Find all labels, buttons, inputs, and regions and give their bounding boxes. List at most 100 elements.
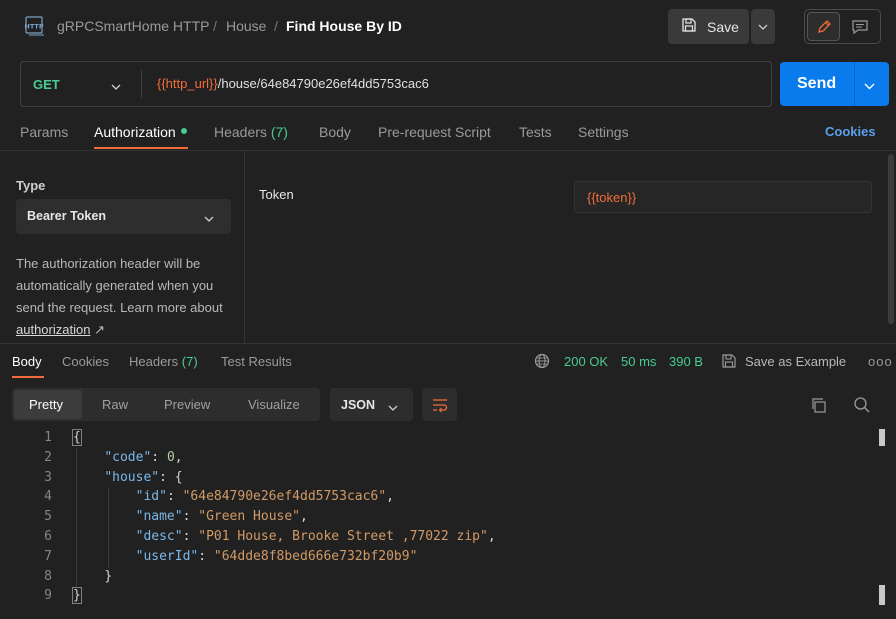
code-line: "desc": "P01 House, Brooke Street ,77022… bbox=[135, 529, 496, 544]
wrap-lines-icon bbox=[432, 398, 447, 412]
tab-authorization[interactable]: Authorization bbox=[94, 124, 176, 140]
format-visualize-button[interactable]: Visualize bbox=[248, 397, 300, 412]
response-tab-test-results[interactable]: Test Results bbox=[221, 354, 292, 369]
json-string: "64dde8f8bed666e732bf20b9" bbox=[213, 549, 418, 564]
chevron-down-icon[interactable] bbox=[388, 399, 398, 414]
tab-headers[interactable]: Headers (7) bbox=[214, 124, 288, 140]
line-number: 4 bbox=[44, 489, 52, 504]
json-key: "userId" bbox=[135, 549, 199, 564]
breadcrumb-collection[interactable]: gRPCSmartHome HTTP bbox=[57, 18, 209, 34]
url-variable: {{http_url}} bbox=[157, 76, 218, 91]
save-icon[interactable] bbox=[721, 353, 737, 372]
tab-settings[interactable]: Settings bbox=[578, 124, 629, 140]
auth-type-label: Type bbox=[16, 178, 46, 193]
comments-button[interactable] bbox=[845, 12, 875, 41]
auth-type-value[interactable]: Bearer Token bbox=[27, 209, 106, 223]
json-key: "id" bbox=[135, 489, 167, 504]
line-number: 1 bbox=[44, 430, 52, 445]
tab-tests[interactable]: Tests bbox=[519, 124, 552, 140]
line-number: 7 bbox=[44, 549, 52, 564]
headers-count: (7) bbox=[270, 124, 288, 140]
save-as-example-button[interactable]: Save as Example bbox=[745, 354, 846, 369]
code-line: "code": 0, bbox=[104, 450, 183, 465]
response-tab-cookies[interactable]: Cookies bbox=[62, 354, 109, 369]
response-time[interactable]: 50 ms bbox=[621, 354, 656, 369]
language-label[interactable]: JSON bbox=[341, 398, 375, 412]
send-label[interactable]: Send bbox=[797, 75, 836, 93]
pane-divider[interactable] bbox=[0, 343, 896, 344]
code-line: } bbox=[73, 569, 112, 584]
json-brace: } bbox=[104, 569, 113, 584]
save-icon bbox=[681, 17, 697, 36]
status-code[interactable]: 200 OK bbox=[564, 354, 608, 369]
json-string: "Green House" bbox=[198, 509, 300, 524]
chevron-down-icon[interactable] bbox=[204, 210, 214, 225]
url-path: /house/64e84790e26ef4dd5753cac6 bbox=[217, 76, 429, 91]
json-string: "P01 House, Brooke Street ,77022 zip" bbox=[198, 529, 488, 544]
json-brace: } bbox=[72, 587, 82, 604]
url-divider bbox=[141, 70, 142, 98]
token-label: Token bbox=[259, 187, 294, 202]
pencil-icon bbox=[817, 19, 831, 33]
json-key: "code" bbox=[104, 450, 152, 465]
globe-icon[interactable] bbox=[534, 353, 550, 372]
json-string: "64e84790e26ef4dd5753cac6" bbox=[182, 489, 387, 504]
scrollbar-marker[interactable] bbox=[879, 429, 885, 446]
search-icon[interactable] bbox=[853, 396, 871, 417]
scrollbar-marker[interactable] bbox=[879, 585, 885, 605]
code-line: } bbox=[72, 587, 82, 604]
save-label: Save bbox=[707, 18, 739, 35]
json-number: 0 bbox=[166, 450, 175, 465]
line-number: 6 bbox=[44, 529, 52, 544]
response-tab-headers[interactable]: Headers (7) bbox=[129, 354, 198, 369]
line-number: 5 bbox=[44, 509, 52, 524]
url-input[interactable]: {{http_url}}/house/64e84790e26ef4dd5753c… bbox=[157, 76, 429, 91]
breadcrumb-separator: / bbox=[213, 18, 217, 34]
line-number: 3 bbox=[44, 470, 52, 485]
response-tab-body[interactable]: Body bbox=[12, 354, 42, 369]
format-pretty-label[interactable]: Pretty bbox=[29, 397, 63, 412]
http-request-icon: HTTP bbox=[24, 16, 46, 36]
json-brace: { bbox=[72, 429, 82, 446]
auth-help-text: The authorization header will be automat… bbox=[16, 253, 241, 341]
save-button[interactable]: Save bbox=[668, 9, 749, 44]
edit-mode-button[interactable] bbox=[807, 12, 840, 41]
code-line: "id": "64e84790e26ef4dd5753cac6", bbox=[135, 489, 394, 504]
chevron-down-icon[interactable] bbox=[111, 78, 121, 93]
breadcrumb-separator: / bbox=[274, 18, 278, 34]
response-body-editor[interactable]: 1 2 3 4 5 6 7 8 9 { "code": 0, "house": … bbox=[0, 428, 896, 619]
scrollbar[interactable] bbox=[888, 154, 894, 324]
response-size[interactable]: 390 B bbox=[669, 354, 703, 369]
format-preview-button[interactable]: Preview bbox=[164, 397, 210, 412]
token-value[interactable]: {{token}} bbox=[587, 190, 636, 205]
svg-text:HTTP: HTTP bbox=[24, 23, 43, 31]
response-tab-headers-label: Headers bbox=[129, 354, 179, 369]
chevron-down-icon bbox=[758, 24, 768, 30]
send-divider bbox=[854, 62, 855, 106]
external-link-icon: ↗ bbox=[94, 322, 105, 337]
wrap-lines-button[interactable] bbox=[422, 388, 457, 421]
authorization-docs-link[interactable]: authorization bbox=[16, 322, 90, 337]
breadcrumb-folder[interactable]: House bbox=[226, 18, 266, 34]
tab-headers-label: Headers bbox=[214, 124, 267, 140]
auth-help-body: The authorization header will be automat… bbox=[16, 256, 223, 315]
chevron-down-icon[interactable] bbox=[864, 78, 875, 93]
format-raw-button[interactable]: Raw bbox=[102, 397, 128, 412]
tab-body[interactable]: Body bbox=[319, 124, 351, 140]
breadcrumb-request-name[interactable]: Find House By ID bbox=[286, 18, 402, 34]
json-key: "house" bbox=[104, 470, 160, 485]
code-line: "house": { bbox=[104, 470, 183, 485]
cookies-link[interactable]: Cookies bbox=[825, 124, 876, 139]
json-key: "desc" bbox=[135, 529, 183, 544]
tab-prerequest-script[interactable]: Pre-request Script bbox=[378, 124, 491, 140]
line-number: 9 bbox=[44, 588, 52, 603]
tab-params[interactable]: Params bbox=[20, 124, 68, 140]
line-number: 8 bbox=[44, 569, 52, 584]
copy-icon[interactable] bbox=[810, 397, 827, 417]
code-line: "name": "Green House", bbox=[135, 509, 308, 524]
save-options-button[interactable] bbox=[751, 9, 775, 44]
response-headers-count: (7) bbox=[181, 354, 198, 369]
divider bbox=[244, 151, 245, 343]
more-options-icon[interactable]: ooo bbox=[868, 354, 893, 369]
method-select[interactable]: GET bbox=[33, 77, 60, 92]
